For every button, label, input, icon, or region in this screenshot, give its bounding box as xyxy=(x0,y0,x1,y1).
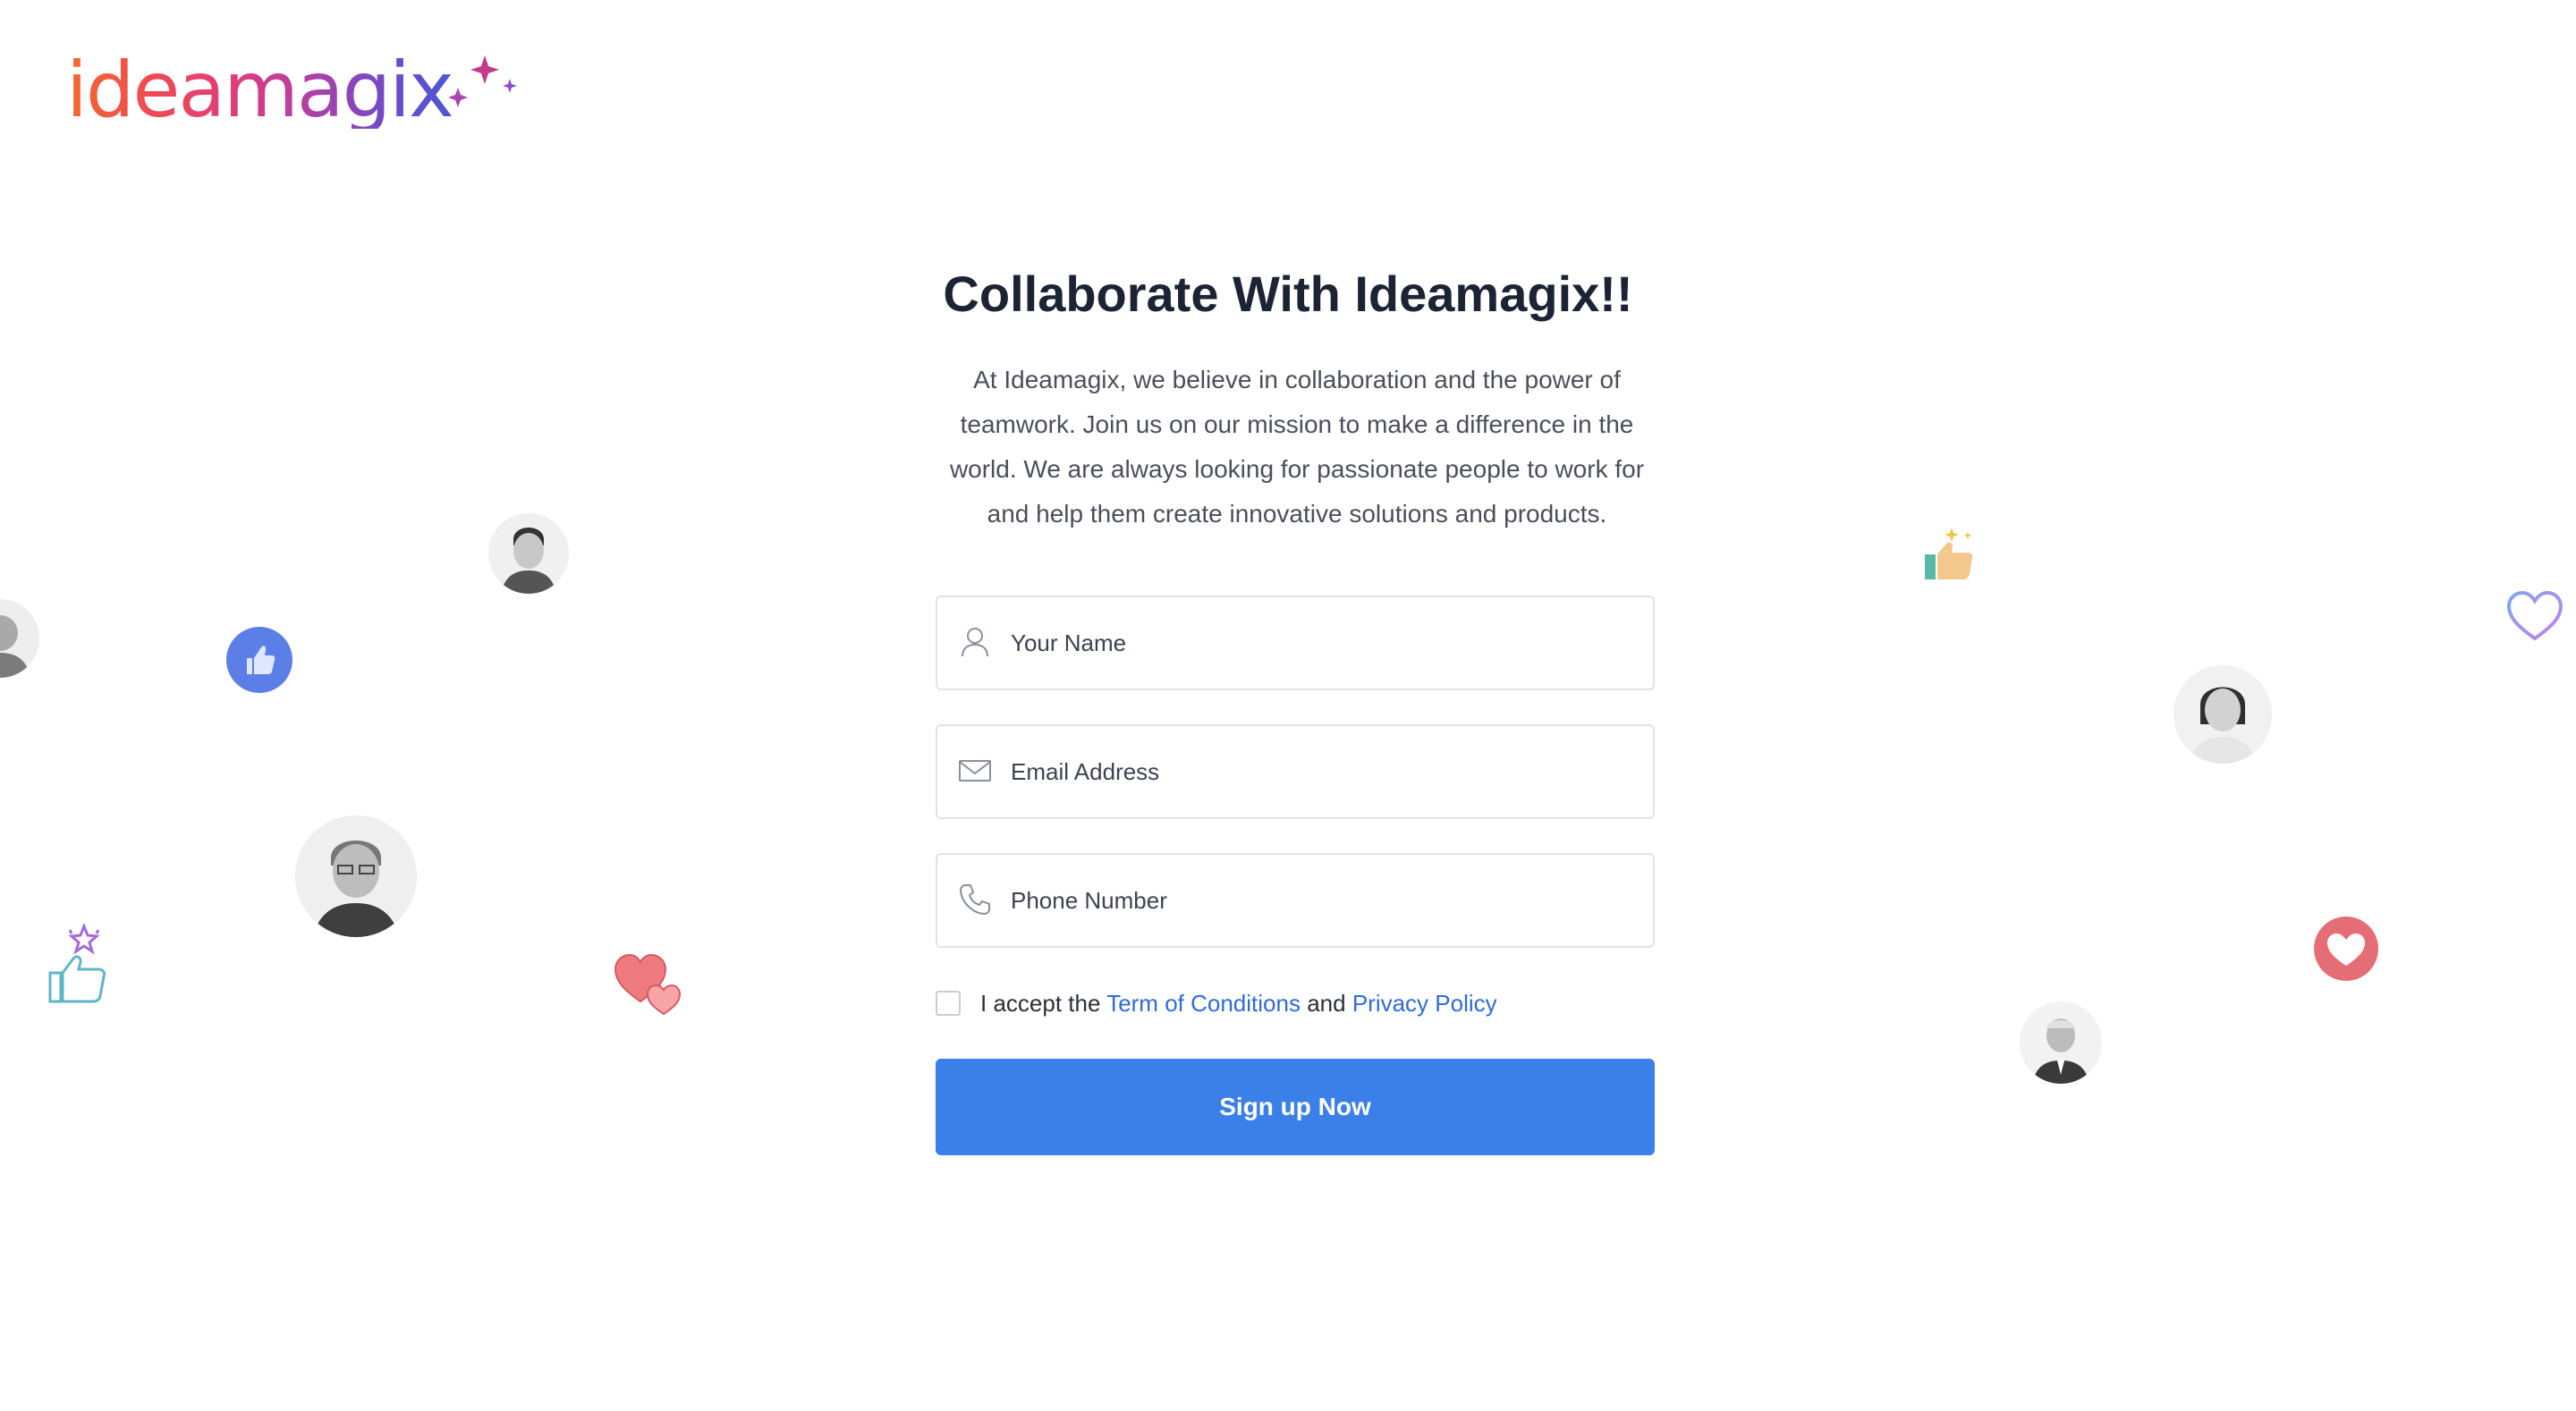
terms-checkbox[interactable] xyxy=(936,991,961,1016)
thumbs-up-star-icon xyxy=(47,921,113,1005)
heart-badge-icon xyxy=(2313,916,2379,982)
ideamagix-logo[interactable]: ideamagix xyxy=(66,46,517,145)
phone-field[interactable] xyxy=(936,853,1655,948)
terms-link[interactable]: Term of Conditions xyxy=(1106,990,1301,1017)
privacy-policy-link[interactable]: Privacy Policy xyxy=(1352,990,1497,1017)
avatar-decoration xyxy=(0,599,39,678)
terms-conjunction: and xyxy=(1307,989,1346,1017)
terms-row: I accept the Term of Conditions and Priv… xyxy=(936,985,1497,1021)
thumbs-up-badge-icon xyxy=(225,626,293,694)
thumbs-up-sparkle-icon xyxy=(1921,524,1980,583)
email-field[interactable] xyxy=(936,724,1655,819)
signup-page: ideamagix Collaborate With Ideamagix!! A… xyxy=(0,0,2576,1411)
envelope-icon xyxy=(959,760,991,782)
avatar-decoration xyxy=(295,815,417,937)
sparkles-icon xyxy=(448,55,517,107)
logo-wordmark: ideamagix xyxy=(66,46,454,135)
name-field[interactable] xyxy=(936,596,1655,690)
intro-paragraph: At Ideamagix, we believe in collaboratio… xyxy=(949,366,1645,528)
name-input[interactable] xyxy=(1011,597,1637,689)
avatar-decoration xyxy=(2020,1001,2102,1084)
page-title: Collaborate With Ideamagix!! xyxy=(943,266,1633,322)
heart-outline-icon xyxy=(2506,590,2563,642)
terms-prefix: I accept the xyxy=(980,989,1101,1017)
terms-label: I accept the Term of Conditions and Priv… xyxy=(980,990,1497,1018)
sign-up-button[interactable]: Sign up Now xyxy=(936,1059,1655,1155)
avatar-decoration xyxy=(488,513,569,594)
email-input[interactable] xyxy=(1011,726,1637,817)
phone-input[interactable] xyxy=(1011,855,1637,946)
phone-icon xyxy=(959,884,990,916)
avatar-decoration xyxy=(2174,665,2272,764)
hearts-icon xyxy=(614,951,682,1016)
user-icon xyxy=(962,628,988,657)
